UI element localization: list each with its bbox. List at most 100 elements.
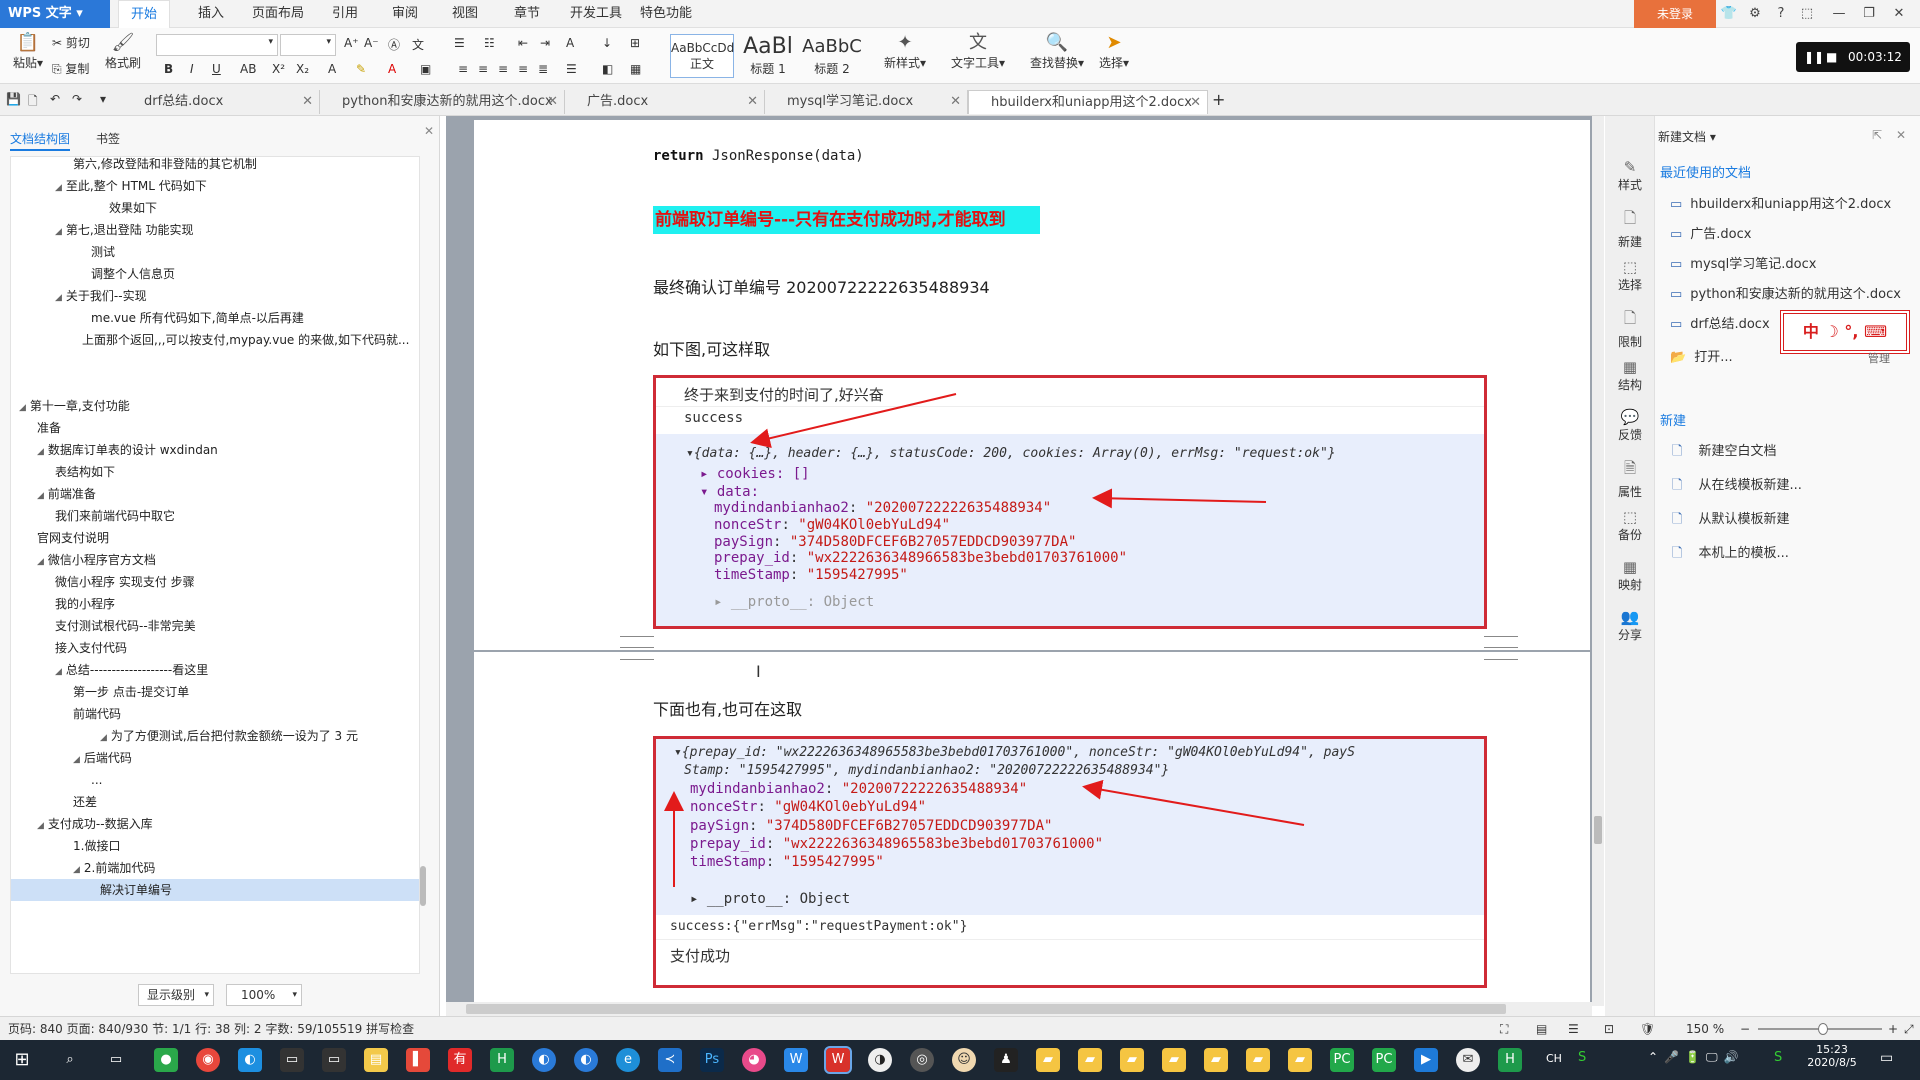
hbuilder-icon[interactable]: H <box>1498 1048 1522 1072</box>
outdent-icon[interactable]: ⇤ <box>518 36 528 50</box>
outline-item[interactable]: ◢ 为了方便测试,后台把付款金额统一设为了 3 元 <box>11 725 419 747</box>
hbuilder-icon[interactable]: H <box>490 1048 514 1072</box>
outline-view-icon[interactable]: ☰ <box>1568 1017 1579 1041</box>
folder-icon[interactable]: ▰ <box>1204 1048 1228 1072</box>
close-tab-icon[interactable]: ✕ <box>302 90 313 114</box>
outline-item[interactable]: 上面那个返回,,,可以按支付,mypay.vue 的来做,如下代码就... <box>11 329 419 351</box>
expand-arrow-icon[interactable]: ◢ <box>37 491 44 501</box>
doc-tab[interactable]: mysql学习笔记.docx ✕ <box>765 90 968 114</box>
windows-start-icon[interactable]: ⊞ <box>10 1048 34 1072</box>
wps-logo-menu[interactable]: WPS 文字 ▾ <box>0 0 110 28</box>
display-level-select[interactable]: 显示级别 ▾ <box>138 984 214 1006</box>
app-icon[interactable]: ◐ <box>532 1048 556 1072</box>
doc-tab[interactable]: drf总结.docx ✕ <box>122 90 320 114</box>
task-view-icon[interactable]: ▭ <box>104 1048 128 1072</box>
print-preview-icon[interactable]: 🗋 <box>28 92 38 113</box>
outline-item[interactable] <box>11 373 419 395</box>
app-icon[interactable]: ◐ <box>574 1048 598 1072</box>
manage-link[interactable]: 管理 <box>1868 350 1890 366</box>
find-replace-button[interactable]: 🔍 查找替换▾ <box>1026 32 1088 71</box>
side-button[interactable]: ⬚ 备份 <box>1605 508 1655 543</box>
align-right-icon[interactable]: ≡ <box>498 62 508 76</box>
outline-item[interactable]: 官网支付说明 <box>11 527 419 549</box>
pycharm-icon[interactable]: PC <box>1372 1048 1396 1072</box>
browser-icon[interactable]: e <box>616 1048 640 1072</box>
outline-item[interactable]: ◢ 2.前端加代码 <box>11 857 419 879</box>
quick-access-dropdown-icon[interactable]: ▾ <box>100 92 106 106</box>
distribute-icon[interactable]: ≣ <box>538 62 548 76</box>
outline-item[interactable]: ◢ 关于我们--实现 <box>11 285 419 307</box>
app-icon[interactable]: 有 <box>448 1048 472 1072</box>
notification-icon[interactable]: ▭ <box>1880 1050 1893 1066</box>
close-pane-icon[interactable]: ✕ <box>424 124 434 138</box>
outline-item[interactable]: 效果如下 <box>11 197 419 219</box>
outline-item[interactable]: 支付测试根代码--非常完美 <box>11 615 419 637</box>
outline-item[interactable]: 我们来前端代码中取它 <box>11 505 419 527</box>
expand-arrow-icon[interactable]: ◢ <box>37 557 44 567</box>
strikethrough-icon[interactable]: AB <box>240 62 256 76</box>
subscript-icon[interactable]: X₂ <box>296 62 309 76</box>
side-button[interactable]: 👥 分享 <box>1605 608 1655 643</box>
font-case-icon[interactable]: A <box>566 36 574 50</box>
tab-page-layout[interactable]: 页面布局 <box>240 0 316 28</box>
outline-item[interactable]: 解决订单编号 <box>11 879 419 901</box>
close-tab-icon[interactable]: ✕ <box>1190 91 1201 115</box>
outline-item[interactable]: ◢ 数据库订单表的设计 wxdindan <box>11 439 419 461</box>
new-doc-option[interactable]: 🗋 从默认模板新建 <box>1672 508 1789 532</box>
align-left-icon[interactable]: ≡ <box>458 62 468 76</box>
expand-arrow-icon[interactable]: ◢ <box>37 821 44 831</box>
outline-item[interactable]: 微信小程序 实现支付 步骤 <box>11 571 419 593</box>
pin-icon[interactable]: ⇱ <box>1872 128 1882 142</box>
close-pane-icon[interactable]: ✕ <box>1896 128 1906 142</box>
folder-icon[interactable]: ▰ <box>1120 1048 1144 1072</box>
outline-item[interactable]: 测试 <box>11 241 419 263</box>
numbering-icon[interactable]: ☷ <box>484 36 495 50</box>
close-icon[interactable]: ✕ <box>1884 0 1914 28</box>
new-doc-option[interactable]: 🗋 从在线模板新建... <box>1672 474 1802 498</box>
horizontal-scrollbar[interactable] <box>446 1002 1592 1016</box>
doc-tab[interactable]: 广告.docx ✕ <box>565 90 765 114</box>
side-button[interactable]: ⬚ 选择 <box>1605 258 1655 293</box>
tab-view[interactable]: 视图 <box>440 0 490 28</box>
fit-icon[interactable]: ⤢ <box>1904 1017 1914 1041</box>
restore-icon[interactable]: ❐ <box>1854 0 1884 28</box>
expand-arrow-icon[interactable]: ◢ <box>55 667 62 677</box>
open-link[interactable]: 📂 打开... <box>1670 346 1733 365</box>
outline-item[interactable]: 准备 <box>11 417 419 439</box>
underline-icon[interactable]: U <box>212 62 221 76</box>
outline-item[interactable]: ◢ 至此,整个 HTML 代码如下 <box>11 175 419 197</box>
recent-doc-item[interactable]: ▭ drf总结.docx <box>1670 313 1770 332</box>
outline-item[interactable]: me.vue 所有代码如下,简单点-以后再建 <box>11 307 419 329</box>
zoom-out-icon[interactable]: − <box>1740 1017 1750 1041</box>
justify-icon[interactable]: ≡ <box>518 62 528 76</box>
login-button[interactable]: 未登录 <box>1634 0 1716 28</box>
zoom-slider[interactable] <box>1758 1023 1882 1035</box>
new-style-button[interactable]: ✦ 新样式▾ <box>880 32 930 71</box>
save-icon[interactable]: 💾 <box>6 92 21 106</box>
format-painter-button[interactable]: 🖌 格式刷 <box>102 32 144 71</box>
photoshop-icon[interactable]: Ps <box>700 1048 724 1072</box>
notepad-icon[interactable]: ▤ <box>364 1048 388 1072</box>
app-icon[interactable]: ▌ <box>406 1048 430 1072</box>
outline-item[interactable]: 前端代码 <box>11 703 419 725</box>
vertical-scrollbar[interactable] <box>1592 116 1604 1006</box>
close-tab-icon[interactable]: ✕ <box>747 90 758 114</box>
ime-status-bar[interactable]: 中 ☽ °, ⌨ <box>1780 310 1910 354</box>
page-view-icon[interactable]: ▤ <box>1536 1017 1547 1041</box>
expand-arrow-icon[interactable]: ◢ <box>37 447 44 457</box>
expand-arrow-icon[interactable]: ◢ <box>19 403 26 413</box>
new-doc-option[interactable]: 🗋 本机上的模板... <box>1672 542 1789 566</box>
recent-doc-item[interactable]: ▭ mysql学习笔记.docx <box>1670 253 1816 272</box>
highlight-icon[interactable]: ✎ <box>356 62 366 76</box>
undo-icon[interactable]: ↶ <box>50 92 60 106</box>
borders-icon[interactable]: ▦ <box>630 62 641 76</box>
outline-item[interactable]: 1.做接口 <box>11 835 419 857</box>
fullscreen-icon[interactable]: ⛶ <box>1500 1017 1508 1041</box>
tab-references[interactable]: 引用 <box>320 0 370 28</box>
align-center-icon[interactable]: ≡ <box>478 62 488 76</box>
tray-app-icon[interactable]: S <box>1578 1050 1586 1065</box>
tab-review[interactable]: 审阅 <box>380 0 430 28</box>
side-button[interactable]: 🗋 新建 <box>1605 208 1655 250</box>
bullets-icon[interactable]: ☰ <box>454 36 465 50</box>
tray-app-icon[interactable]: S <box>1774 1050 1782 1065</box>
